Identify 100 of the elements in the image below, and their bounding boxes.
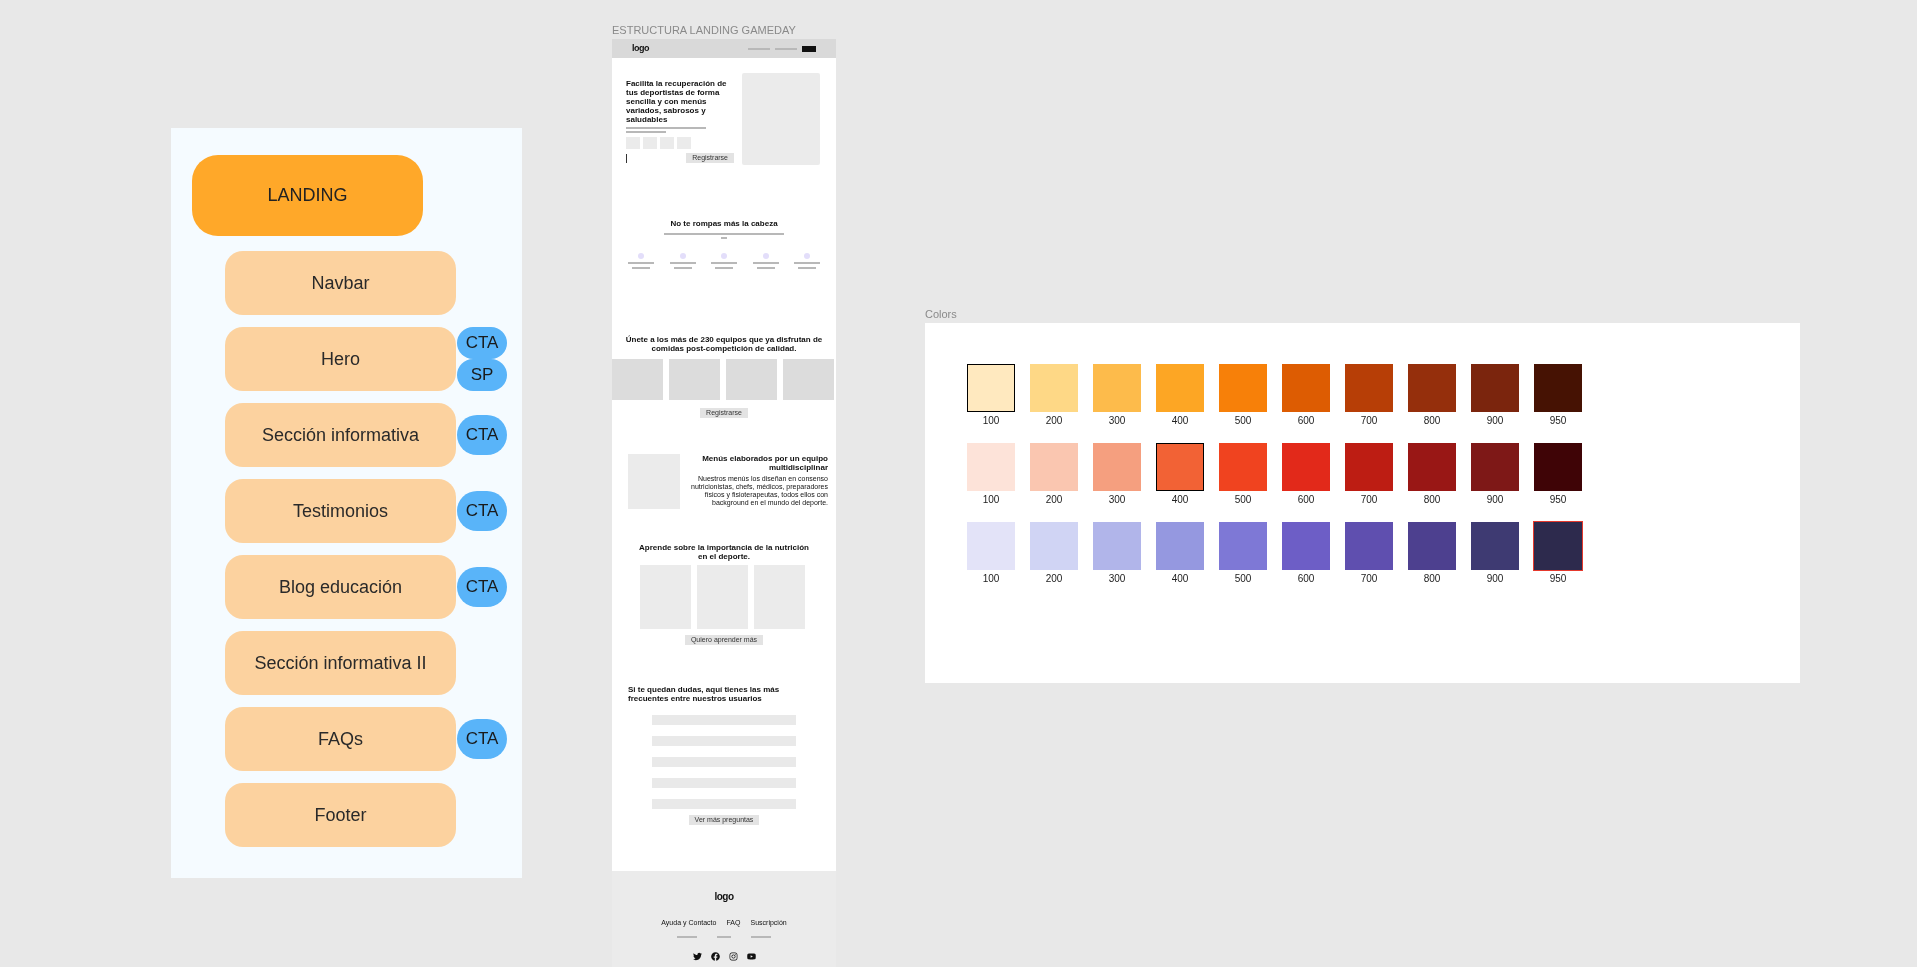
section-heading: Si te quedan dudas, aquí tienes las más frecuentes entre nuestros usuarios	[627, 685, 781, 703]
color-swatch[interactable]	[1534, 364, 1582, 412]
text-line	[794, 262, 820, 264]
logo: logo	[632, 41, 649, 55]
swatch-label: 900	[1486, 573, 1504, 585]
swatch-label: 500	[1234, 573, 1252, 585]
swatch-label: 500	[1234, 415, 1252, 427]
color-swatch[interactable]	[967, 364, 1015, 412]
color-swatch[interactable]	[1345, 522, 1393, 570]
swatch-label: 500	[1234, 494, 1252, 506]
text-line	[748, 47, 770, 50]
swatch-label: 950	[1549, 415, 1567, 427]
color-swatch[interactable]	[967, 443, 1015, 491]
feature-icon	[762, 253, 769, 259]
swatch-label: 400	[1171, 573, 1189, 585]
color-swatch[interactable]	[1282, 522, 1330, 570]
color-swatch[interactable]	[1534, 522, 1582, 570]
swatch-label: 200	[1045, 494, 1063, 506]
landing-node: LANDING	[192, 155, 423, 236]
text-line	[669, 262, 696, 264]
section-node: Footer	[225, 783, 456, 847]
color-swatch[interactable]	[1093, 364, 1141, 412]
section-heading: Únete a los más de 230 equipos que ya disfrutan de comidas post-competición de calidad.	[624, 335, 824, 353]
color-swatch[interactable]	[1093, 522, 1141, 570]
color-swatch[interactable]	[1471, 443, 1519, 491]
color-swatch[interactable]	[1345, 443, 1393, 491]
color-swatch[interactable]	[1030, 443, 1078, 491]
swatch-label: 600	[1297, 415, 1315, 427]
swatch-label: 800	[1423, 494, 1441, 506]
color-swatch[interactable]	[1219, 364, 1267, 412]
section-heading: Aprende sobre la importancia de la nutrición en el deporte.	[638, 543, 810, 561]
color-swatch[interactable]	[1030, 522, 1078, 570]
color-swatch[interactable]	[1282, 443, 1330, 491]
swatch-label: 100	[982, 415, 1000, 427]
feature-icon	[804, 253, 810, 259]
image-placeholder	[726, 359, 777, 400]
logo: logo	[714, 890, 734, 904]
color-swatch[interactable]	[1093, 443, 1141, 491]
section-node: Navbar	[225, 251, 456, 315]
color-swatch[interactable]	[1471, 522, 1519, 570]
instagram-icon[interactable]	[728, 951, 738, 961]
youtube-icon[interactable]	[746, 951, 756, 961]
color-swatch[interactable]	[1156, 522, 1204, 570]
text-line	[798, 267, 816, 269]
swatch-label: 300	[1108, 573, 1126, 585]
text-line	[632, 267, 650, 269]
section-heading: No te rompas más la cabeza	[670, 218, 778, 230]
text-line	[775, 47, 797, 50]
color-swatch[interactable]	[1471, 364, 1519, 412]
text-cursor	[626, 153, 627, 163]
section-heading: Menús elaborados por un equipo multidisciplinar	[701, 454, 828, 472]
text-line	[751, 935, 771, 938]
image-placeholder	[783, 359, 834, 400]
text-line	[756, 267, 775, 269]
swatch-label: 300	[1108, 415, 1126, 427]
swatch-label: 700	[1360, 573, 1378, 585]
image-placeholder	[612, 359, 663, 400]
text-line	[677, 935, 697, 938]
color-swatch[interactable]	[1534, 443, 1582, 491]
text-line	[711, 262, 737, 264]
color-swatch[interactable]	[1219, 522, 1267, 570]
swatch-label: 300	[1108, 494, 1126, 506]
text-line	[673, 267, 692, 269]
swatch-label: 700	[1360, 415, 1378, 427]
swatch-label: 600	[1297, 494, 1315, 506]
feature-icon	[638, 253, 644, 259]
swatch-label: 900	[1486, 415, 1504, 427]
feature-icon	[721, 253, 727, 259]
feature-icon	[679, 253, 686, 259]
swatch-label: 400	[1171, 494, 1189, 506]
frame-title: ESTRUCTURA LANDING GAMEDAY	[612, 23, 797, 38]
color-swatch[interactable]	[1282, 364, 1330, 412]
swatch-label: 900	[1486, 494, 1504, 506]
color-swatch[interactable]	[1156, 443, 1204, 491]
image-placeholder	[669, 359, 720, 400]
swatch-label: 400	[1171, 415, 1189, 427]
text-line	[626, 131, 666, 133]
swatch-label: 100	[982, 494, 1000, 506]
text-line	[715, 267, 733, 269]
color-swatch[interactable]	[1156, 364, 1204, 412]
swatch-label: 950	[1549, 573, 1567, 585]
section-node: Sección informativa II	[225, 631, 456, 695]
color-swatch[interactable]	[1030, 364, 1078, 412]
text-line	[717, 935, 731, 938]
swatch-label: 200	[1045, 573, 1063, 585]
frame-title: Colors	[925, 307, 958, 322]
swatch-label: 700	[1360, 494, 1378, 506]
twitter-icon[interactable]	[692, 951, 702, 961]
swatch-label: 950	[1549, 494, 1567, 506]
color-swatch[interactable]	[1219, 443, 1267, 491]
color-swatch[interactable]	[1408, 443, 1456, 491]
facebook-icon[interactable]	[710, 951, 720, 961]
hero-heading: Facilita la recuperación de tus deportistas de forma sencilla y con menús variados, sabrosos y saludables	[626, 79, 728, 124]
color-swatch[interactable]	[1408, 522, 1456, 570]
swatch-label: 800	[1423, 573, 1441, 585]
color-swatch[interactable]	[1408, 364, 1456, 412]
color-swatch[interactable]	[1345, 364, 1393, 412]
swatch-label: 600	[1297, 573, 1315, 585]
color-swatch[interactable]	[967, 522, 1015, 570]
swatch-label: 800	[1423, 415, 1441, 427]
